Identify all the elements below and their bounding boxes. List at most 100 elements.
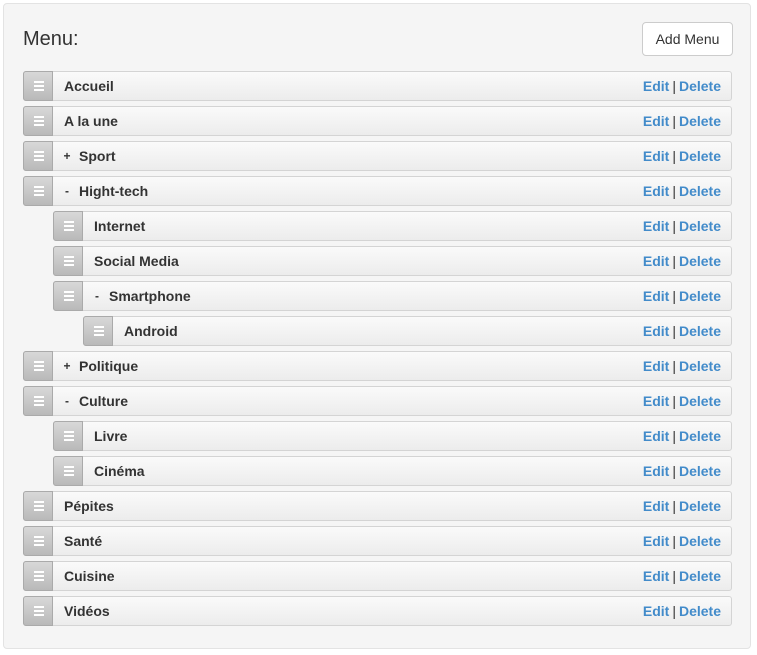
menu-item: Social Media Edit | Delete: [53, 246, 732, 276]
edit-link[interactable]: Edit: [643, 323, 669, 339]
item-actions: Edit | Delete: [643, 142, 721, 170]
menu-item-label: Pépites: [64, 498, 114, 514]
drag-handle-icon[interactable]: [53, 211, 83, 241]
drag-handle-icon[interactable]: [23, 491, 53, 521]
drag-handle-icon[interactable]: [53, 281, 83, 311]
delete-link[interactable]: Delete: [679, 568, 721, 584]
collapse-toggle[interactable]: -: [62, 177, 72, 205]
edit-link[interactable]: Edit: [643, 113, 669, 129]
delete-link[interactable]: Delete: [679, 323, 721, 339]
item-actions: Edit | Delete: [643, 422, 721, 450]
menu-item-label: Livre: [94, 428, 128, 444]
action-separator: |: [672, 323, 676, 339]
action-separator: |: [672, 148, 676, 164]
delete-link[interactable]: Delete: [679, 148, 721, 164]
edit-link[interactable]: Edit: [643, 428, 669, 444]
action-separator: |: [672, 463, 676, 479]
item-actions: Edit | Delete: [643, 387, 721, 415]
menu-item-label: Smartphone: [109, 288, 191, 304]
action-separator: |: [672, 393, 676, 409]
item-actions: Edit | Delete: [643, 597, 721, 625]
item-actions: Edit | Delete: [643, 317, 721, 345]
delete-link[interactable]: Delete: [679, 78, 721, 94]
page-title: Menu:: [23, 28, 79, 50]
menu-item: Android Edit | Delete: [83, 316, 732, 346]
drag-handle-icon[interactable]: [53, 246, 83, 276]
drag-handle-icon[interactable]: [23, 596, 53, 626]
drag-handle-icon[interactable]: [23, 526, 53, 556]
item-actions: Edit | Delete: [643, 107, 721, 135]
menu-item: Santé Edit | Delete: [23, 526, 732, 556]
add-menu-button[interactable]: Add Menu: [642, 22, 733, 56]
menu-item-label: Hight-tech: [79, 183, 149, 199]
drag-handle-icon[interactable]: [53, 456, 83, 486]
drag-handle-icon[interactable]: [23, 141, 53, 171]
menu-item-label: Cuisine: [64, 568, 115, 584]
menu-item-label: Cinéma: [94, 463, 145, 479]
edit-link[interactable]: Edit: [643, 463, 669, 479]
action-separator: |: [672, 253, 676, 269]
menu-item: Accueil Edit | Delete: [23, 71, 732, 101]
drag-handle-icon[interactable]: [23, 386, 53, 416]
item-actions: Edit | Delete: [643, 562, 721, 590]
expand-toggle[interactable]: +: [62, 352, 72, 380]
action-separator: |: [672, 428, 676, 444]
menu-item-label: Culture: [79, 393, 128, 409]
edit-link[interactable]: Edit: [643, 288, 669, 304]
delete-link[interactable]: Delete: [679, 498, 721, 514]
delete-link[interactable]: Delete: [679, 113, 721, 129]
edit-link[interactable]: Edit: [643, 393, 669, 409]
drag-handle-icon[interactable]: [23, 106, 53, 136]
action-separator: |: [672, 183, 676, 199]
delete-link[interactable]: Delete: [679, 603, 721, 619]
edit-link[interactable]: Edit: [643, 568, 669, 584]
edit-link[interactable]: Edit: [643, 358, 669, 374]
drag-handle-icon[interactable]: [53, 421, 83, 451]
collapse-toggle[interactable]: -: [92, 282, 102, 310]
menu-item: + Sport Edit | Delete: [23, 141, 732, 171]
drag-handle-icon[interactable]: [23, 71, 53, 101]
menu-item-label: Politique: [79, 358, 139, 374]
drag-handle-icon[interactable]: [23, 561, 53, 591]
action-separator: |: [672, 533, 676, 549]
edit-link[interactable]: Edit: [643, 78, 669, 94]
menu-item: + Politique Edit | Delete: [23, 351, 732, 381]
delete-link[interactable]: Delete: [679, 183, 721, 199]
expand-toggle[interactable]: +: [62, 142, 72, 170]
edit-link[interactable]: Edit: [643, 603, 669, 619]
menu-item-label: Sport: [79, 148, 116, 164]
menu-item: Vidéos Edit | Delete: [23, 596, 732, 626]
menu-panel: Menu: Add Menu Accueil Edit | Delete A la un…: [3, 3, 751, 649]
delete-link[interactable]: Delete: [679, 288, 721, 304]
menu-item: - Hight-tech Edit | Delete: [23, 176, 732, 206]
action-separator: |: [672, 568, 676, 584]
menu-item: - Smartphone Edit | Delete: [53, 281, 732, 311]
edit-link[interactable]: Edit: [643, 533, 669, 549]
drag-handle-icon[interactable]: [83, 316, 113, 346]
edit-link[interactable]: Edit: [643, 148, 669, 164]
item-actions: Edit | Delete: [643, 527, 721, 555]
delete-link[interactable]: Delete: [679, 428, 721, 444]
edit-link[interactable]: Edit: [643, 183, 669, 199]
edit-link[interactable]: Edit: [643, 253, 669, 269]
drag-handle-icon[interactable]: [23, 351, 53, 381]
delete-link[interactable]: Delete: [679, 533, 721, 549]
menu-item: Livre Edit | Delete: [53, 421, 732, 451]
menu-item-label: Android: [124, 323, 178, 339]
drag-handle-icon[interactable]: [23, 176, 53, 206]
action-separator: |: [672, 113, 676, 129]
action-separator: |: [672, 498, 676, 514]
menu-item: Internet Edit | Delete: [53, 211, 732, 241]
delete-link[interactable]: Delete: [679, 393, 721, 409]
menu-item-label: Social Media: [94, 253, 179, 269]
delete-link[interactable]: Delete: [679, 253, 721, 269]
edit-link[interactable]: Edit: [643, 498, 669, 514]
delete-link[interactable]: Delete: [679, 463, 721, 479]
item-actions: Edit | Delete: [643, 177, 721, 205]
collapse-toggle[interactable]: -: [62, 387, 72, 415]
delete-link[interactable]: Delete: [679, 218, 721, 234]
item-actions: Edit | Delete: [643, 247, 721, 275]
action-separator: |: [672, 218, 676, 234]
delete-link[interactable]: Delete: [679, 358, 721, 374]
edit-link[interactable]: Edit: [643, 218, 669, 234]
